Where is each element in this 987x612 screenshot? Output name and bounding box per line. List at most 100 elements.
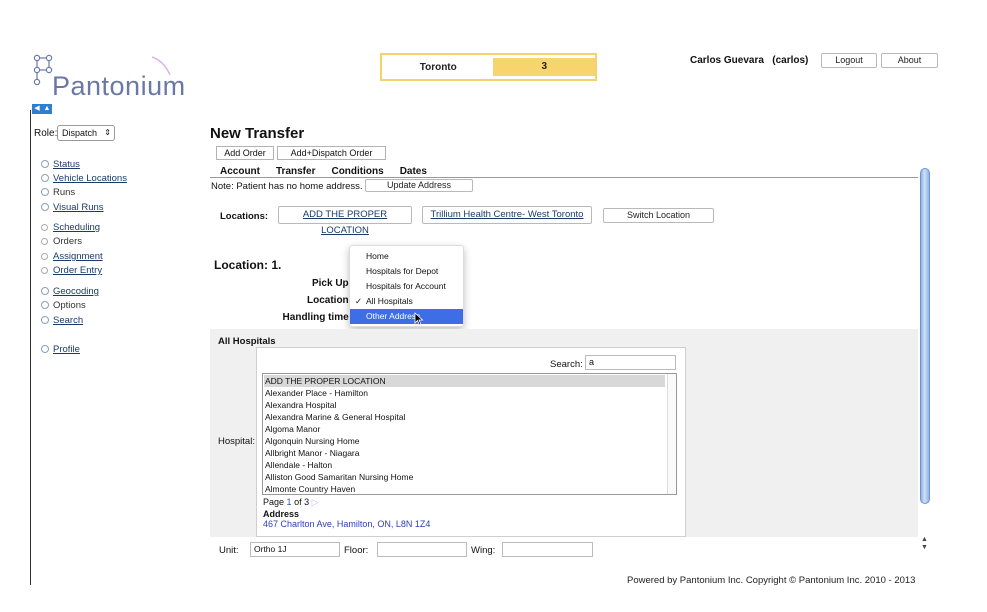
subtab-transfer[interactable]: Transfer [276,166,315,177]
list-item[interactable]: Allendale - Halton [264,459,665,471]
sidebar-item-label: Profile [53,344,80,355]
pager-prefix: Page [263,497,285,507]
sidebar-item-label: Assignment [53,251,103,262]
hospital-listbox[interactable]: ADD THE PROPER LOCATION Alexander Place … [262,373,677,495]
pager-current[interactable]: 1 [287,497,292,507]
handling-time-label: Handling time: [282,312,352,323]
sidebar-item-label: Status [53,159,80,170]
search-label: Search: [550,359,583,370]
gear-icon [41,301,49,309]
sidebar-item-label: Order Entry [53,265,103,276]
update-address-button[interactable]: Update Address [365,179,473,192]
address-note: Note: Patient has no home address. [211,181,363,192]
sidebar-item-orders[interactable]: Orders [41,236,82,247]
logo-swoosh-icon [151,56,171,76]
sidebar-item-label: Vehicle Locations [53,173,127,184]
list-item[interactable]: Alliston Good Samaritan Nursing Home [264,471,665,483]
wing-label: Wing: [471,545,496,556]
circle-icon [41,253,48,260]
role-select[interactable]: Dispatch ⇕ [57,125,115,141]
list-item[interactable]: Alexandra Marine & General Hospital [264,411,665,423]
sidebar-item-geocoding[interactable]: Geocoding [41,286,99,297]
floor-label: Floor: [344,545,369,556]
address-title: Address [263,509,300,519]
list-item[interactable]: ADD THE PROPER LOCATION [264,375,665,387]
hospital-label: Hospital: [218,436,255,447]
sidebar-item-vehicle-locations[interactable]: Vehicle Locations [41,173,127,184]
sidebar-item-label: Options [53,300,86,311]
circle-icon [41,238,48,245]
sidebar-item-scheduling[interactable]: Scheduling [41,222,100,233]
dropdown-item-hospitals-account[interactable]: Hospitals for Account [350,279,463,294]
sidebar-item-label: Orders [53,236,83,247]
logout-button[interactable]: Logout [821,53,877,68]
sidebar-item-search[interactable]: Search [41,315,83,326]
floor-input[interactable] [377,542,467,557]
subtab-dates[interactable]: Dates [400,166,427,177]
location-type-dropdown[interactable]: Home Hospitals for Depot Hospitals for A… [349,245,464,327]
wing-input[interactable] [502,542,593,557]
logo-text: Pantonium [52,71,186,101]
location-1-button[interactable]: ADD THE PROPER LOCATION [278,206,412,236]
sidebar-item-visual-runs[interactable]: Visual Runs [41,202,104,213]
role-value: Dispatch [62,128,98,138]
circle-icon [41,267,48,274]
list-item[interactable]: Allbright Manor - Niagara [264,447,665,459]
sidebar-divider [30,110,31,585]
subtab-bar: Account Transfer Conditions Dates [220,166,443,177]
tab-add-dispatch-order[interactable]: Add+Dispatch Order [277,146,386,160]
switch-location-button[interactable]: Switch Location [603,208,714,223]
dropdown-item-all-hospitals[interactable]: ✓ All Hospitals [350,294,463,309]
pickup-label: Pick Up: [311,278,352,289]
listbox-scrollbar[interactable] [667,374,676,494]
sidebar-item-label: Runs [53,187,76,198]
arrow-up-icon[interactable]: ▲ [42,104,52,114]
sidebar-item-profile[interactable]: Profile [41,344,80,355]
scroll-arrows-icon[interactable]: ▲ ▼ [921,536,928,552]
sidebar-item-runs[interactable]: Runs [41,187,75,198]
search-input[interactable]: a [585,355,676,370]
gear-icon [41,203,49,211]
sidebar-item-order-entry[interactable]: Order Entry [41,265,102,276]
page-title: New Transfer [210,125,305,142]
city-count-badge: 3 [493,58,595,76]
sidebar-item-label: Geocoding [53,286,99,297]
list-item[interactable]: Alexandra Hospital [264,399,665,411]
current-user: Carlos Guevara (carlos) [690,55,809,66]
unit-label: Unit: [219,545,239,556]
dropdown-item-hospitals-depot[interactable]: Hospitals for Depot [350,264,463,279]
list-item[interactable]: Algonquin Nursing Home [264,435,665,447]
subtab-divider [210,177,918,178]
sidebar-item-status[interactable]: Status [41,159,80,170]
page-scrollbar-thumb[interactable] [920,168,930,504]
collapse-arrows[interactable]: ◀ ▲ [32,104,52,114]
list-item[interactable]: Algoma Manor [264,423,665,435]
pager-next-icon[interactable]: ▷ [312,497,319,507]
location-field-label: Location: [307,295,352,306]
gear-icon [41,287,49,295]
location-2-label: Trillium Health Centre- West Toronto [430,209,584,220]
arrow-left-icon[interactable]: ◀ [32,104,42,114]
list-item[interactable]: Alexander Place - Hamilton [264,387,665,399]
subtab-account[interactable]: Account [220,166,260,177]
location-heading: Location: 1. [214,258,282,272]
dropdown-item-other-address[interactable]: Other Address [350,309,463,324]
check-icon: ✓ [355,296,363,306]
tab-add-order[interactable]: Add Order [216,146,274,160]
mouse-pointer-icon [414,312,424,326]
circle-icon [41,224,48,231]
sidebar-item-label: Scheduling [53,222,101,233]
sidebar-item-assignment[interactable]: Assignment [41,251,103,262]
gear-icon [41,174,49,182]
locations-label: Locations: [220,211,269,222]
sidebar-item-options[interactable]: Options [41,300,86,311]
list-item[interactable]: Almonte Country Haven [264,483,665,494]
subtab-conditions[interactable]: Conditions [331,166,383,177]
dropdown-item-home[interactable]: Home [350,249,463,264]
about-button[interactable]: About [881,53,938,68]
location-2-button[interactable]: Trillium Health Centre- West Toronto [422,206,592,224]
select-updown-icon: ⇕ [104,128,111,137]
hospitals-panel-title: All Hospitals [218,336,276,347]
city-name: Toronto [419,61,457,73]
unit-input[interactable]: Ortho 1J [250,542,340,557]
